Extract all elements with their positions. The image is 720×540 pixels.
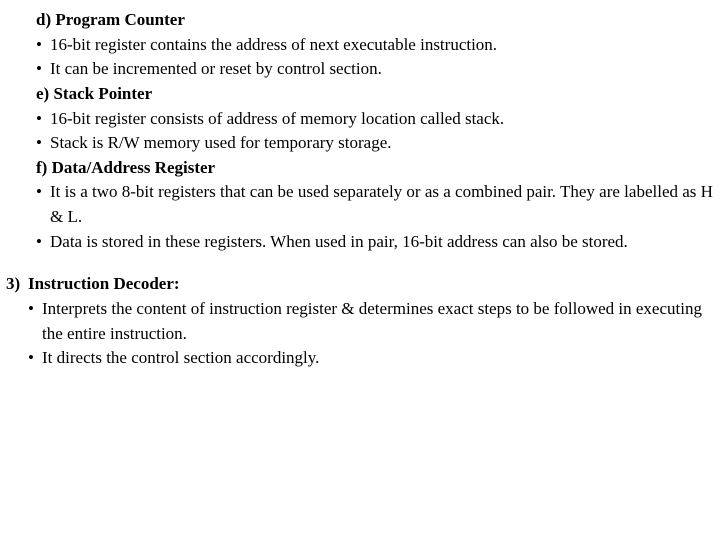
bullet-item: • Data is stored in these registers. Whe… xyxy=(6,230,714,255)
bullet-dot-icon: • xyxy=(36,230,50,255)
bullet-text: It is a two 8-bit registers that can be … xyxy=(50,180,714,229)
bullet-dot-icon: • xyxy=(28,346,42,371)
bullet-dot-icon: • xyxy=(36,180,50,229)
document-page: d) Program Counter • 16-bit register con… xyxy=(0,0,720,371)
bullet-dot-icon: • xyxy=(36,57,50,82)
bullet-item: • 16-bit register consists of address of… xyxy=(6,107,714,132)
bullet-text: 16-bit register consists of address of m… xyxy=(50,107,714,132)
bullet-item: • It can be incremented or reset by cont… xyxy=(6,57,714,82)
bullet-dot-icon: • xyxy=(36,131,50,156)
bullet-text: 16-bit register contains the address of … xyxy=(50,33,714,58)
bullet-text: Interprets the content of instruction re… xyxy=(42,297,714,346)
section-d: d) Program Counter xyxy=(6,8,714,33)
heading-data-address-register: f) Data/Address Register xyxy=(36,156,714,181)
section-f: f) Data/Address Register xyxy=(6,156,714,181)
bullet-dot-icon: • xyxy=(36,33,50,58)
bullet-text: Stack is R/W memory used for temporary s… xyxy=(50,131,714,156)
bullet-item: • It directs the control section accordi… xyxy=(6,346,714,371)
bullet-text: It directs the control section according… xyxy=(42,346,714,371)
section-3: 3) Instruction Decoder: xyxy=(6,272,714,297)
heading-program-counter: d) Program Counter xyxy=(36,8,714,33)
bullet-item: • Stack is R/W memory used for temporary… xyxy=(6,131,714,156)
bullet-item: • It is a two 8-bit registers that can b… xyxy=(6,180,714,229)
list-number: 3) xyxy=(6,272,28,297)
bullet-dot-icon: • xyxy=(36,107,50,132)
heading-instruction-decoder: Instruction Decoder: xyxy=(28,272,714,297)
bullet-text: Data is stored in these registers. When … xyxy=(50,230,714,255)
heading-stack-pointer: e) Stack Pointer xyxy=(36,82,714,107)
section-e: e) Stack Pointer xyxy=(6,82,714,107)
spacer xyxy=(6,254,714,272)
bullet-item: • 16-bit register contains the address o… xyxy=(6,33,714,58)
bullet-dot-icon: • xyxy=(28,297,42,346)
bullet-item: • Interprets the content of instruction … xyxy=(6,297,714,346)
bullet-text: It can be incremented or reset by contro… xyxy=(50,57,714,82)
